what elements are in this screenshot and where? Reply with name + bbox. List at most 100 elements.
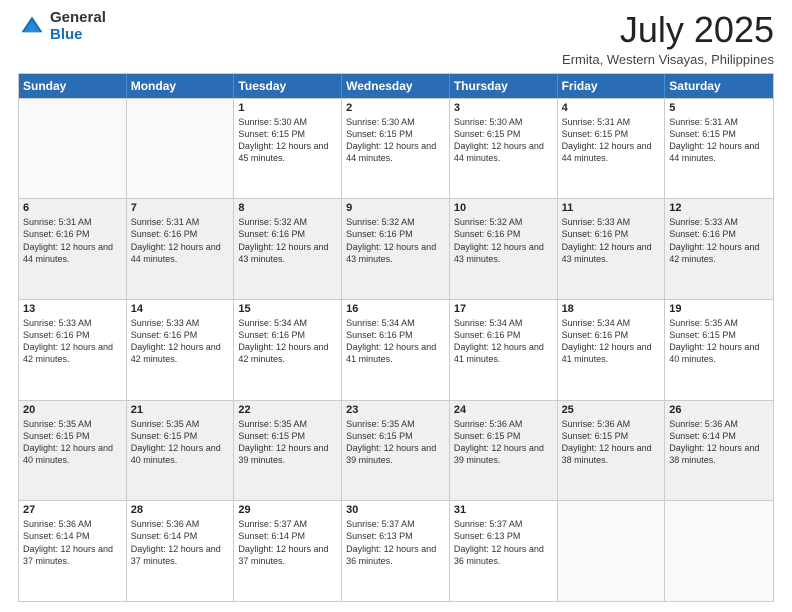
calendar-cell: 4 Sunrise: 5:31 AM Sunset: 6:15 PM Daylig… <box>558 99 666 199</box>
day-info: Sunrise: 5:36 AM Sunset: 6:15 PM Dayligh… <box>454 418 553 467</box>
calendar-cell: 22 Sunrise: 5:35 AM Sunset: 6:15 PM Dayli… <box>234 401 342 501</box>
day-info: Sunrise: 5:32 AM Sunset: 6:16 PM Dayligh… <box>454 216 553 265</box>
day-info: Sunrise: 5:37 AM Sunset: 6:13 PM Dayligh… <box>454 518 553 567</box>
day-info: Sunrise: 5:36 AM Sunset: 6:14 PM Dayligh… <box>23 518 122 567</box>
day-number: 6 <box>23 202 122 214</box>
day-number: 11 <box>562 202 661 214</box>
calendar-cell: 26 Sunrise: 5:36 AM Sunset: 6:14 PM Dayli… <box>665 401 773 501</box>
day-info: Sunrise: 5:33 AM Sunset: 6:16 PM Dayligh… <box>562 216 661 265</box>
day-info: Sunrise: 5:34 AM Sunset: 6:16 PM Dayligh… <box>346 317 445 366</box>
calendar-header-cell: Wednesday <box>342 74 450 98</box>
calendar-cell <box>665 501 773 601</box>
day-number: 29 <box>238 504 337 516</box>
day-number: 17 <box>454 303 553 315</box>
logo: General Blue <box>18 10 106 43</box>
calendar-cell: 13Sunrise: 5:33 AM Sunset: 6:16 PM Dayli… <box>19 300 127 400</box>
day-number: 25 <box>562 404 661 416</box>
day-info: Sunrise: 5:31 AM Sunset: 6:15 PM Dayligh… <box>669 116 769 165</box>
calendar-header-cell: Sunday <box>19 74 127 98</box>
calendar: SundayMondayTuesdayWednesdayThursdayFrid… <box>18 73 774 602</box>
header: General Blue July 2025 Ermita, Western V… <box>18 10 774 67</box>
calendar-week-row: 6 Sunrise: 5:31 AM Sunset: 6:16 PM Daylig… <box>19 198 773 299</box>
calendar-cell: 21 Sunrise: 5:35 AM Sunset: 6:15 PM Dayli… <box>127 401 235 501</box>
calendar-cell: 25 Sunrise: 5:36 AM Sunset: 6:15 PM Dayli… <box>558 401 666 501</box>
day-number: 19 <box>669 303 769 315</box>
calendar-week-row: 13Sunrise: 5:33 AM Sunset: 6:16 PM Dayli… <box>19 299 773 400</box>
calendar-header-cell: Monday <box>127 74 235 98</box>
calendar-week-row: 27Sunrise: 5:36 AM Sunset: 6:14 PM Dayli… <box>19 500 773 601</box>
day-number: 28 <box>131 504 230 516</box>
day-info: Sunrise: 5:37 AM Sunset: 6:14 PM Dayligh… <box>238 518 337 567</box>
calendar-cell: 27Sunrise: 5:36 AM Sunset: 6:14 PM Dayli… <box>19 501 127 601</box>
day-info: Sunrise: 5:30 AM Sunset: 6:15 PM Dayligh… <box>346 116 445 165</box>
calendar-cell: 18 Sunrise: 5:34 AM Sunset: 6:16 PM Dayli… <box>558 300 666 400</box>
day-info: Sunrise: 5:32 AM Sunset: 6:16 PM Dayligh… <box>346 216 445 265</box>
calendar-header-cell: Thursday <box>450 74 558 98</box>
calendar-cell: 6 Sunrise: 5:31 AM Sunset: 6:16 PM Daylig… <box>19 199 127 299</box>
day-number: 1 <box>238 102 337 114</box>
logo-general: General <box>50 10 106 27</box>
day-number: 2 <box>346 102 445 114</box>
day-info: Sunrise: 5:35 AM Sunset: 6:15 PM Dayligh… <box>23 418 122 467</box>
main-title: July 2025 <box>562 10 774 50</box>
day-number: 12 <box>669 202 769 214</box>
day-info: Sunrise: 5:33 AM Sunset: 6:16 PM Dayligh… <box>131 317 230 366</box>
day-info: Sunrise: 5:33 AM Sunset: 6:16 PM Dayligh… <box>669 216 769 265</box>
day-number: 9 <box>346 202 445 214</box>
day-number: 26 <box>669 404 769 416</box>
day-number: 22 <box>238 404 337 416</box>
day-number: 4 <box>562 102 661 114</box>
day-number: 15 <box>238 303 337 315</box>
calendar-cell: 5 Sunrise: 5:31 AM Sunset: 6:15 PM Daylig… <box>665 99 773 199</box>
day-info: Sunrise: 5:30 AM Sunset: 6:15 PM Dayligh… <box>238 116 337 165</box>
day-info: Sunrise: 5:35 AM Sunset: 6:15 PM Dayligh… <box>669 317 769 366</box>
calendar-cell: 23Sunrise: 5:35 AM Sunset: 6:15 PM Dayli… <box>342 401 450 501</box>
calendar-cell: 29 Sunrise: 5:37 AM Sunset: 6:14 PM Dayli… <box>234 501 342 601</box>
calendar-header-cell: Tuesday <box>234 74 342 98</box>
calendar-cell: 9 Sunrise: 5:32 AM Sunset: 6:16 PM Daylig… <box>342 199 450 299</box>
calendar-cell: 28 Sunrise: 5:36 AM Sunset: 6:14 PM Dayli… <box>127 501 235 601</box>
day-number: 3 <box>454 102 553 114</box>
calendar-cell: 12 Sunrise: 5:33 AM Sunset: 6:16 PM Dayli… <box>665 199 773 299</box>
logo-blue: Blue <box>50 27 106 44</box>
calendar-cell: 16Sunrise: 5:34 AM Sunset: 6:16 PM Dayli… <box>342 300 450 400</box>
day-info: Sunrise: 5:31 AM Sunset: 6:15 PM Dayligh… <box>562 116 661 165</box>
calendar-cell: 3Sunrise: 5:30 AM Sunset: 6:15 PM Daylig… <box>450 99 558 199</box>
day-info: Sunrise: 5:36 AM Sunset: 6:15 PM Dayligh… <box>562 418 661 467</box>
day-info: Sunrise: 5:32 AM Sunset: 6:16 PM Dayligh… <box>238 216 337 265</box>
day-info: Sunrise: 5:36 AM Sunset: 6:14 PM Dayligh… <box>131 518 230 567</box>
day-number: 23 <box>346 404 445 416</box>
day-number: 18 <box>562 303 661 315</box>
calendar-cell <box>19 99 127 199</box>
day-info: Sunrise: 5:31 AM Sunset: 6:16 PM Dayligh… <box>23 216 122 265</box>
day-number: 14 <box>131 303 230 315</box>
day-number: 24 <box>454 404 553 416</box>
day-info: Sunrise: 5:34 AM Sunset: 6:16 PM Dayligh… <box>238 317 337 366</box>
logo-icon <box>18 13 46 41</box>
day-number: 21 <box>131 404 230 416</box>
day-info: Sunrise: 5:35 AM Sunset: 6:15 PM Dayligh… <box>131 418 230 467</box>
calendar-week-row: 1 Sunrise: 5:30 AM Sunset: 6:15 PM Daylig… <box>19 98 773 199</box>
calendar-week-row: 20Sunrise: 5:35 AM Sunset: 6:15 PM Dayli… <box>19 400 773 501</box>
calendar-cell <box>127 99 235 199</box>
calendar-cell: 19 Sunrise: 5:35 AM Sunset: 6:15 PM Dayli… <box>665 300 773 400</box>
calendar-cell: 8Sunrise: 5:32 AM Sunset: 6:16 PM Daylig… <box>234 199 342 299</box>
day-number: 5 <box>669 102 769 114</box>
day-info: Sunrise: 5:34 AM Sunset: 6:16 PM Dayligh… <box>454 317 553 366</box>
day-info: Sunrise: 5:33 AM Sunset: 6:16 PM Dayligh… <box>23 317 122 366</box>
calendar-header-row: SundayMondayTuesdayWednesdayThursdayFrid… <box>19 74 773 98</box>
calendar-cell: 17 Sunrise: 5:34 AM Sunset: 6:16 PM Dayli… <box>450 300 558 400</box>
day-info: Sunrise: 5:37 AM Sunset: 6:13 PM Dayligh… <box>346 518 445 567</box>
day-info: Sunrise: 5:36 AM Sunset: 6:14 PM Dayligh… <box>669 418 769 467</box>
calendar-cell: 14 Sunrise: 5:33 AM Sunset: 6:16 PM Dayli… <box>127 300 235 400</box>
day-info: Sunrise: 5:35 AM Sunset: 6:15 PM Dayligh… <box>238 418 337 467</box>
logo-text: General Blue <box>50 10 106 43</box>
calendar-header-cell: Friday <box>558 74 666 98</box>
page: General Blue July 2025 Ermita, Western V… <box>0 0 792 612</box>
calendar-cell: 10Sunrise: 5:32 AM Sunset: 6:16 PM Dayli… <box>450 199 558 299</box>
calendar-cell: 30 Sunrise: 5:37 AM Sunset: 6:13 PM Dayli… <box>342 501 450 601</box>
calendar-cell: 15 Sunrise: 5:34 AM Sunset: 6:16 PM Dayli… <box>234 300 342 400</box>
day-info: Sunrise: 5:34 AM Sunset: 6:16 PM Dayligh… <box>562 317 661 366</box>
day-number: 30 <box>346 504 445 516</box>
calendar-cell: 2 Sunrise: 5:30 AM Sunset: 6:15 PM Daylig… <box>342 99 450 199</box>
